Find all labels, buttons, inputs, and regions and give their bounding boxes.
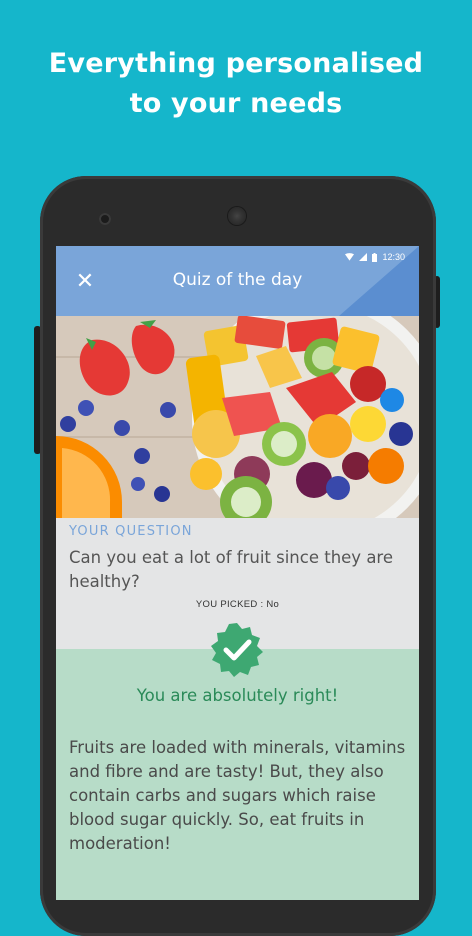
question-text: Can you eat a lot of fruit since they ar… <box>69 548 393 591</box>
status-bar: 12:30 <box>345 252 405 262</box>
fruit-bowl-image <box>56 316 419 518</box>
app-bar: 12:30 ✕ Quiz of the day <box>56 246 419 316</box>
page-title: Quiz of the day <box>172 270 303 290</box>
battery-icon <box>372 252 378 262</box>
phone-screen: 12:30 ✕ Quiz of the day YOUR QUESTION Ca… <box>56 246 419 900</box>
question-label: YOUR QUESTION <box>69 524 193 539</box>
check-badge-icon <box>211 623 263 677</box>
result-message: You are absolutely right! <box>136 686 339 705</box>
promo-headline: Everything personalised to your needs <box>0 44 472 124</box>
phone-speaker <box>228 207 246 225</box>
wifi-icon <box>345 253 355 261</box>
answer-explanation: Fruits are loaded with minerals, vitamin… <box>69 738 406 853</box>
signal-icon <box>359 253 368 261</box>
picked-answer: YOU PICKED : No <box>195 599 280 610</box>
headline-line-1: Everything personalised <box>48 48 424 79</box>
phone-camera <box>99 213 111 225</box>
fruit-illustration <box>56 316 419 518</box>
headline-line-2: to your needs <box>129 88 343 119</box>
status-time: 12:30 <box>382 252 405 262</box>
